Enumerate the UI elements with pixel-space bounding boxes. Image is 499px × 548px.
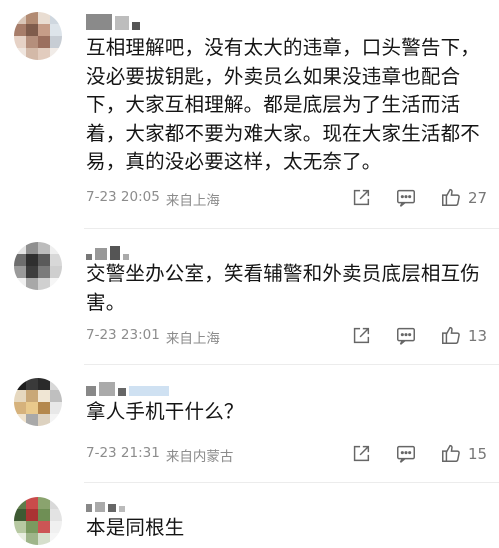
divider — [84, 482, 499, 483]
comment-location: 来自内蒙古 — [165, 449, 234, 465]
divider — [84, 364, 499, 365]
thumbs-up-icon[interactable] — [440, 186, 462, 208]
like-count: 13 — [468, 327, 488, 345]
comment-meta: 7-23 23:01 来自上海 — [86, 327, 220, 347]
divider — [84, 228, 499, 229]
comment-meta: 7-23 20:05 来自上海 — [86, 189, 220, 209]
thumbs-up-icon[interactable] — [440, 442, 462, 464]
like-count: 27 — [468, 189, 488, 207]
comment-icon[interactable] — [395, 325, 417, 347]
comment-icon[interactable] — [395, 187, 417, 209]
comment-list: 互相理解吧，没有太大的违章，口头警告下，没必要拔钥匙，外卖员么如果没违章也配合下… — [0, 0, 499, 548]
username-blurred[interactable] — [86, 490, 125, 512]
share-icon[interactable] — [350, 187, 372, 209]
share-icon[interactable] — [350, 443, 372, 465]
comment-location: 来自上海 — [165, 331, 220, 347]
like-count: 15 — [468, 445, 488, 463]
username-blurred[interactable] — [86, 238, 129, 260]
comment-icon[interactable] — [395, 443, 417, 465]
thumbs-up-icon[interactable] — [440, 324, 462, 346]
comment-date: 7-23 21:31 — [86, 445, 160, 461]
avatar[interactable] — [14, 12, 62, 60]
comment-date: 7-23 23:01 — [86, 327, 160, 343]
username-blurred[interactable] — [86, 374, 169, 396]
comment-text: 交警坐办公室，笑看辅警和外卖员底层相互伤害。 — [86, 262, 481, 314]
comment-text: 拿人手机干什么？ — [86, 400, 244, 423]
comment-text: 本是同根生 — [86, 516, 185, 539]
comment-text: 互相理解吧，没有太大的违章，口头警告下，没必要拔钥匙，外卖员么如果没违章也配合下… — [86, 36, 481, 173]
avatar[interactable] — [14, 497, 62, 545]
avatar[interactable] — [14, 378, 62, 426]
username-blurred[interactable] — [86, 8, 140, 30]
avatar[interactable] — [14, 242, 62, 290]
comment-location: 来自上海 — [165, 193, 220, 209]
comment-meta: 7-23 21:31 来自内蒙古 — [86, 445, 233, 465]
share-icon[interactable] — [350, 325, 372, 347]
comment-date: 7-23 20:05 — [86, 189, 160, 205]
